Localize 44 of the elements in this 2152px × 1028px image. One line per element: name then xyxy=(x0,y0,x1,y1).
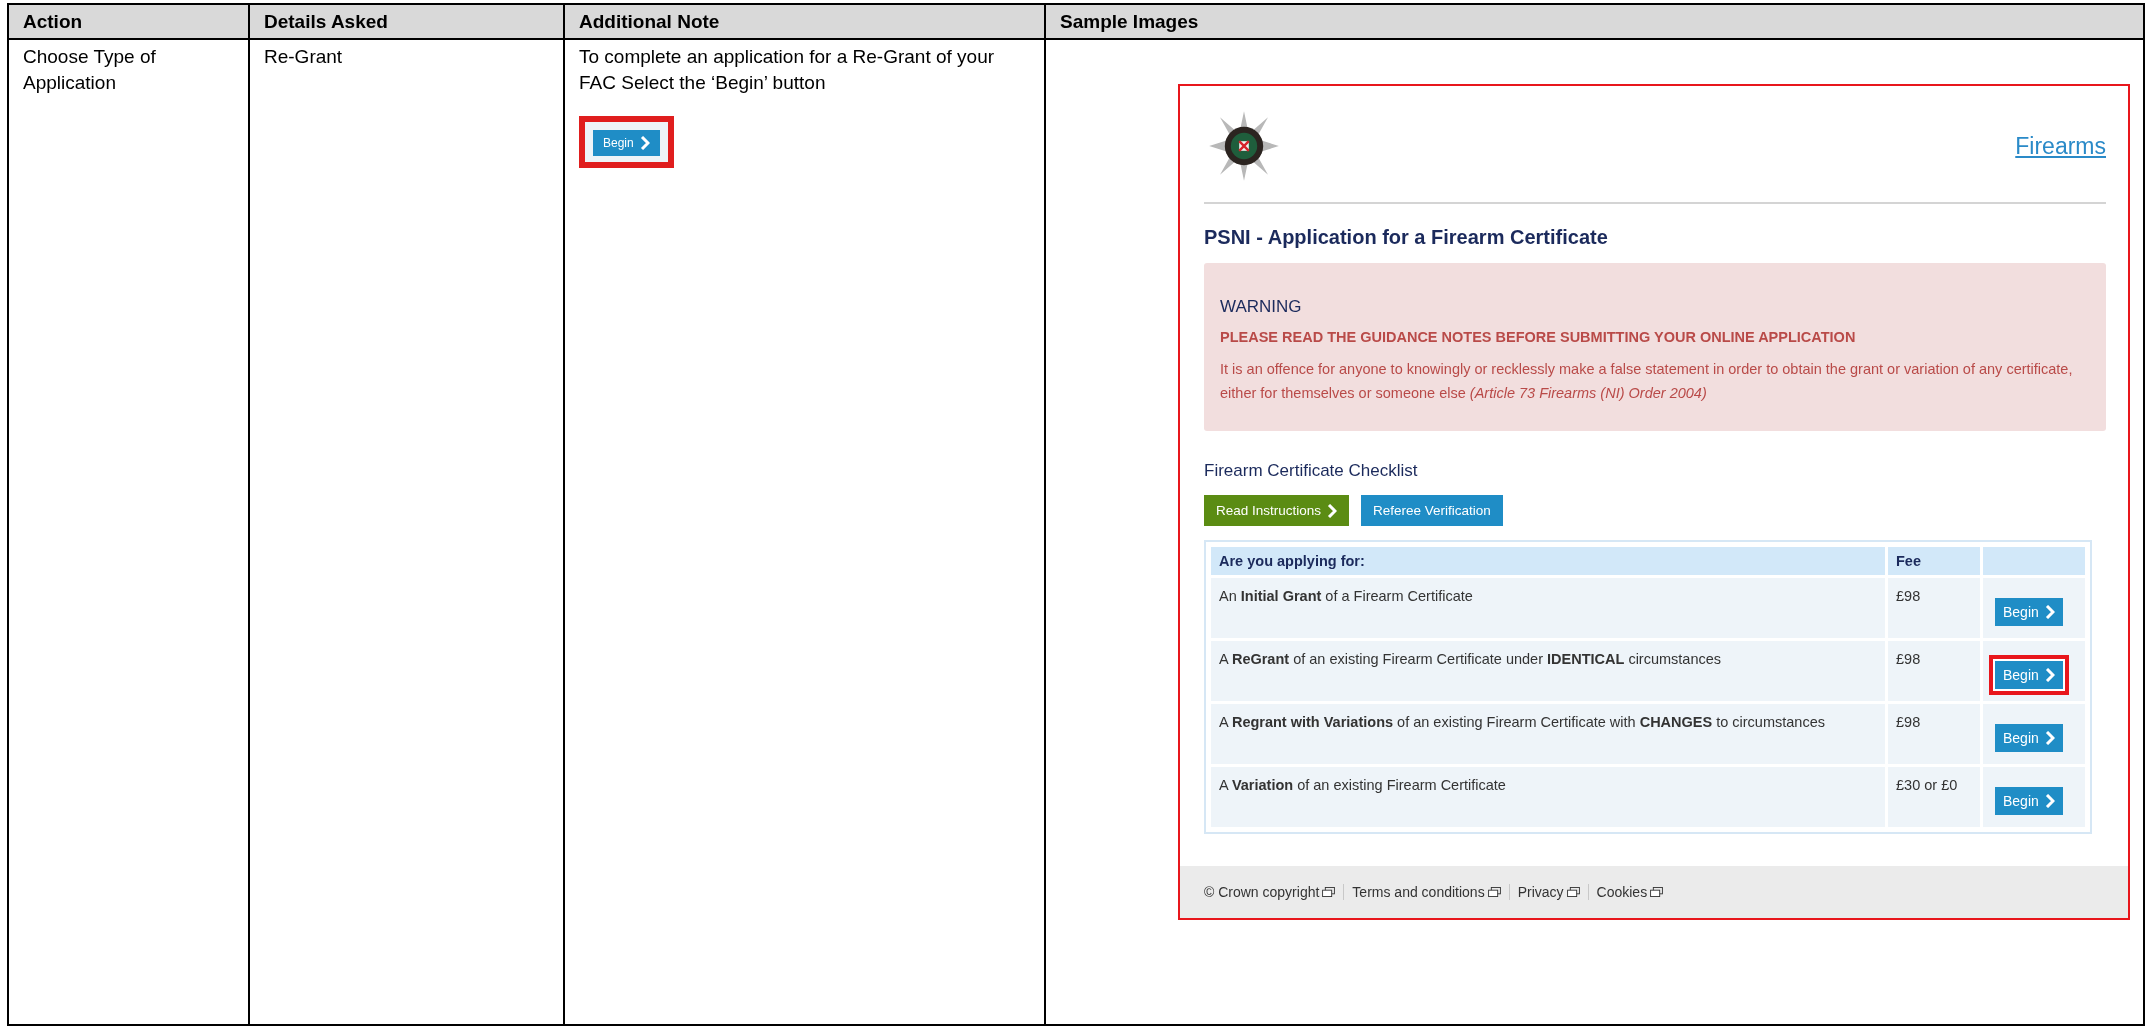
column-header: Sample Images xyxy=(1045,4,2144,39)
table-cell: £98 xyxy=(1896,651,1921,667)
chevron-icon xyxy=(2044,605,2055,619)
footer-link[interactable]: Cookies xyxy=(1596,884,1648,900)
column-header: Additional Note xyxy=(564,4,1045,39)
table-cell: A Regrant with Variations of an existing Firearm Certificate with CHANGES to circumstances xyxy=(1219,714,1825,730)
new-window-icon xyxy=(1566,887,1580,897)
action-button[interactable]: Read Instructions xyxy=(1204,495,1350,526)
new-window-icon xyxy=(1487,887,1501,897)
page-title: PSNI - Application for a Firearm Certificate xyxy=(1204,226,1609,249)
chevron-icon xyxy=(2044,668,2055,682)
chevron-icon xyxy=(2044,794,2055,808)
footer-link[interactable]: Privacy xyxy=(1517,884,1564,900)
begin-button[interactable]: Begin xyxy=(1995,724,2063,752)
footer-link[interactable]: © Crown copyright xyxy=(1204,884,1320,900)
chevron-icon xyxy=(2044,731,2055,745)
new-window-icon xyxy=(1650,887,1664,897)
footer-link[interactable]: Terms and conditions xyxy=(1352,884,1485,900)
column-header: Fee xyxy=(1888,547,1980,575)
column-header: Details Asked xyxy=(249,4,564,39)
table-cell: Re-Grant xyxy=(264,46,343,67)
column-header: Action xyxy=(8,4,249,39)
action-button[interactable]: Referee Verification xyxy=(1361,495,1503,526)
table-cell: A ReGrant of an existing Firearm Certificate under IDENTICAL circumstances xyxy=(1219,651,1722,667)
firearms-link[interactable]: Firearms xyxy=(2015,132,2106,160)
table-cell: £98 xyxy=(1896,714,1921,730)
note-text: To complete an application for a Re-Grant of your FAC Select the ‘Begin’ button xyxy=(579,45,996,95)
checklist-heading: Firearm Certificate Checklist xyxy=(1204,461,1419,481)
column-header: Are you applying for: xyxy=(1211,547,1885,575)
chevron-icon xyxy=(1327,503,1338,518)
warning-heading: WARNING xyxy=(1220,297,1303,317)
new-window-icon xyxy=(1322,887,1336,897)
table-cell: £98 xyxy=(1896,588,1921,604)
warning-notice: PLEASE READ THE GUIDANCE NOTES BEFORE SUBMITTING YOUR ONLINE APPLICATION xyxy=(1220,329,1857,345)
begin-button[interactable]: Begin xyxy=(1995,598,2063,626)
warning-text: It is an offence for anyone to knowingly or recklessly make a false statement in order to obtain the grant or variation of any certificate, either for themselves or someone else (Article 73 Firearms (NI) Order 2004) xyxy=(1220,360,2074,403)
begin-button[interactable]: Begin xyxy=(593,130,660,156)
begin-button[interactable]: Begin xyxy=(1995,787,2063,815)
table-cell: An Initial Grant of a Firearm Certificate xyxy=(1219,588,1473,604)
table-cell: A Variation of an existing Firearm Certificate xyxy=(1219,777,1506,793)
chevron-icon xyxy=(639,136,650,150)
table-cell: £30 or £0 xyxy=(1896,777,1958,793)
table-cell: Choose Type of Application xyxy=(23,46,156,93)
begin-button[interactable]: Begin xyxy=(1995,661,2063,689)
